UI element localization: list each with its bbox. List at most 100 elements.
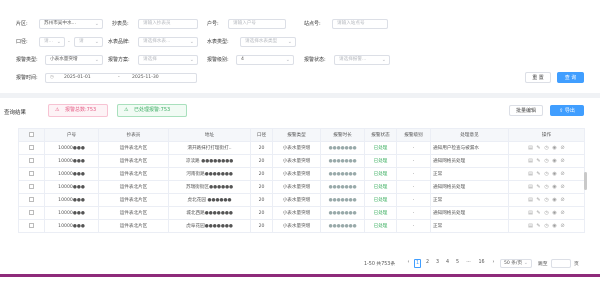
row-checkbox[interactable] bbox=[29, 171, 34, 176]
document-icon[interactable]: ▤ bbox=[528, 197, 534, 203]
goto-suffix: 页 bbox=[574, 262, 579, 267]
brand-select[interactable]: 请选择水表... ⌄ bbox=[138, 37, 198, 47]
check-circle-icon[interactable]: ◉ bbox=[552, 210, 558, 216]
table-scrollbar[interactable] bbox=[584, 172, 587, 190]
query-button[interactable]: 查 询 bbox=[557, 72, 584, 83]
delete-icon[interactable]: ⊘ bbox=[560, 197, 566, 203]
caliber-cell: 20 bbox=[250, 141, 273, 155]
row-checkbox[interactable] bbox=[29, 158, 34, 163]
level-cell: · bbox=[396, 193, 431, 207]
delete-icon[interactable]: ⊘ bbox=[560, 223, 566, 229]
bottom-accent-bar bbox=[0, 274, 600, 277]
table-row[interactable]: 10000●●● 运件表北片区 城北西路●●●●●●● 20 小表水量突增 ●●●●●●●… bbox=[18, 206, 585, 220]
history-icon[interactable]: ◷ bbox=[544, 223, 550, 229]
history-icon[interactable]: ◷ bbox=[544, 197, 550, 203]
delete-icon[interactable]: ⊘ bbox=[560, 210, 566, 216]
alarm-scheme-select[interactable]: 请选择 ⌄ bbox=[138, 55, 198, 65]
row-actions-cell: ▤ ✎ ◷ ◉ ⊘ bbox=[508, 206, 585, 220]
table-row[interactable]: 10000●●● 运件表北片区 虎阜花园●●●●●●● 20 小表水量突增 ●●●●●●●… bbox=[18, 219, 585, 233]
document-icon[interactable]: ▤ bbox=[528, 210, 534, 216]
opinion-cell: 通知用户检查与被漏水 bbox=[430, 141, 509, 155]
opinion-cell: 正常 bbox=[430, 219, 509, 233]
history-icon[interactable]: ◷ bbox=[544, 184, 550, 190]
prev-page-button[interactable]: ‹ bbox=[405, 259, 412, 268]
station-input[interactable]: 请输入站点号 bbox=[332, 19, 388, 29]
next-page-button[interactable]: › bbox=[490, 259, 497, 268]
check-circle-icon[interactable]: ◉ bbox=[552, 145, 558, 151]
address-cell: 渭开路抹打打理街打.. bbox=[168, 141, 251, 155]
page-ellipsis[interactable]: ··· bbox=[465, 259, 472, 268]
document-icon[interactable]: ▤ bbox=[528, 145, 534, 151]
alarm-type-select[interactable]: 小表水量突增 ⌄ bbox=[45, 55, 103, 65]
page-16[interactable]: 16 bbox=[478, 259, 485, 268]
level-cell: · bbox=[396, 219, 431, 233]
account-cell: 10000●●● bbox=[44, 219, 99, 233]
caliber-to-select[interactable]: 请 ⌄ bbox=[74, 37, 103, 47]
export-button[interactable]: ⇪ 导出 bbox=[550, 105, 584, 116]
document-icon[interactable]: ▤ bbox=[528, 223, 534, 229]
reader-cell: 运件表北片区 bbox=[98, 167, 169, 181]
row-checkbox[interactable] bbox=[29, 184, 34, 189]
select-all-checkbox[interactable] bbox=[29, 132, 34, 137]
check-circle-icon[interactable]: ◉ bbox=[552, 223, 558, 229]
alarm-type-cell: 小表水量突增 bbox=[272, 219, 321, 233]
chevron-down-icon: ⌄ bbox=[523, 260, 528, 266]
table-row[interactable]: 10000●●● 运件表北片区 河南街路●●●●●●● 20 小表水量突增 ●●●●●●●… bbox=[18, 167, 585, 181]
delete-icon[interactable]: ⊘ bbox=[560, 145, 566, 151]
page-1[interactable]: 1 bbox=[414, 259, 421, 268]
history-icon[interactable]: ◷ bbox=[544, 210, 550, 216]
date-range-picker[interactable]: ◷ 2025-01-01 - 2025-11-30 bbox=[45, 73, 197, 83]
table-row[interactable]: 10000●●● 运件表北片区 凉渎路 ●●●●●●●● 20 小表水量突增 ●●●●●●… bbox=[18, 154, 585, 168]
page-2[interactable]: 2 bbox=[424, 259, 431, 268]
edit-icon[interactable]: ✎ bbox=[536, 223, 542, 229]
header-reader: 抄表员 bbox=[98, 128, 169, 142]
delete-icon[interactable]: ⊘ bbox=[560, 158, 566, 164]
table-row[interactable]: 10000●●● 运件表北片区 渭开路抹打打理街打.. 20 小表水量突增 ●●●●●●●… bbox=[18, 141, 585, 155]
check-circle-icon[interactable]: ◉ bbox=[552, 158, 558, 164]
batch-edit-button[interactable]: 批量编辑 bbox=[509, 105, 543, 116]
page-4[interactable]: 4 bbox=[444, 259, 451, 268]
delete-icon[interactable]: ⊘ bbox=[560, 171, 566, 177]
page-size-select[interactable]: 50 条/页 ⌄ bbox=[500, 259, 532, 268]
row-checkbox[interactable] bbox=[29, 197, 34, 202]
meter-type-select[interactable]: 请选择水表类型 ⌄ bbox=[240, 37, 296, 47]
document-icon[interactable]: ▤ bbox=[528, 158, 534, 164]
table-row[interactable]: 10000●●● 运件表北片区 虎北花园 ●●●●●● 20 小表水量突增 ●●●●●●●… bbox=[18, 193, 585, 207]
caliber-cell: 20 bbox=[250, 193, 273, 207]
table-row[interactable]: 10000●●● 运件表北片区 苏瑞街街区●●●●●● 20 小表水量突增 ●●●●●●●… bbox=[18, 180, 585, 194]
document-icon[interactable]: ▤ bbox=[528, 184, 534, 190]
edit-icon[interactable]: ✎ bbox=[536, 210, 542, 216]
alarm-type-cell: 小表水量突增 bbox=[272, 206, 321, 220]
level-cell: · bbox=[396, 141, 431, 155]
edit-icon[interactable]: ✎ bbox=[536, 158, 542, 164]
row-checkbox[interactable] bbox=[29, 223, 34, 228]
row-checkbox[interactable] bbox=[29, 145, 34, 150]
header-status: 报警状态 bbox=[364, 128, 397, 142]
edit-icon[interactable]: ✎ bbox=[536, 197, 542, 203]
check-circle-icon[interactable]: ◉ bbox=[552, 171, 558, 177]
edit-icon[interactable]: ✎ bbox=[536, 171, 542, 177]
history-icon[interactable]: ◷ bbox=[544, 145, 550, 151]
edit-icon[interactable]: ✎ bbox=[536, 145, 542, 151]
level-cell: · bbox=[396, 180, 431, 194]
page-3[interactable]: 3 bbox=[434, 259, 441, 268]
page-5[interactable]: 5 bbox=[454, 259, 461, 268]
goto-page-input[interactable] bbox=[551, 259, 571, 268]
check-circle-icon[interactable]: ◉ bbox=[552, 197, 558, 203]
reset-button[interactable]: 重 置 bbox=[525, 72, 551, 83]
check-circle-icon[interactable]: ◉ bbox=[552, 184, 558, 190]
history-icon[interactable]: ◷ bbox=[544, 158, 550, 164]
document-icon[interactable]: ▤ bbox=[528, 171, 534, 177]
delete-icon[interactable]: ⊘ bbox=[560, 184, 566, 190]
alarm-level-select[interactable]: 4 ⌄ bbox=[236, 55, 294, 65]
edit-icon[interactable]: ✎ bbox=[536, 184, 542, 190]
history-icon[interactable]: ◷ bbox=[544, 171, 550, 177]
warning-icon: ⚠ bbox=[55, 107, 60, 113]
row-checkbox[interactable] bbox=[29, 210, 34, 215]
district-select[interactable]: 苏州市吴中水... ⌄ bbox=[39, 19, 103, 29]
header-duration: 报警时长 bbox=[320, 128, 365, 142]
account-input[interactable]: 请输入户号 bbox=[228, 19, 286, 29]
alarm-status-select[interactable]: 请选择报警... ⌄ bbox=[334, 55, 390, 65]
meter-reader-input[interactable]: 请输入抄表员 bbox=[138, 19, 198, 29]
caliber-from-select[interactable]: 请... ⌄ bbox=[39, 37, 65, 47]
